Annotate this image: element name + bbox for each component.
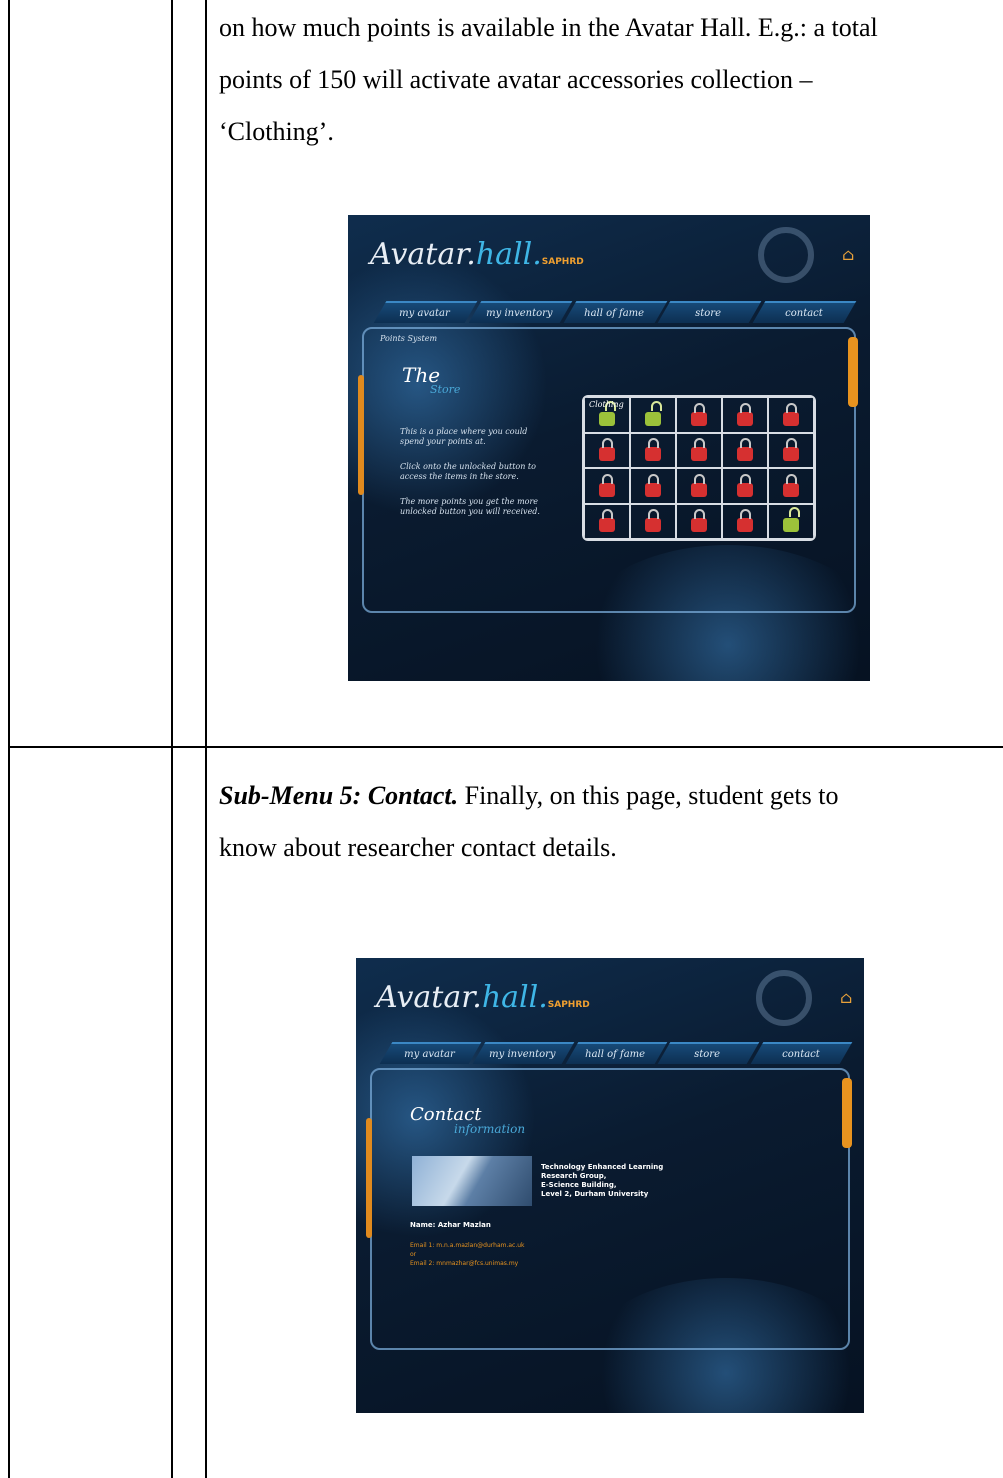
submenu-heading: Sub-Menu 5: Contact.	[219, 781, 459, 810]
locked-padlock-icon	[691, 473, 707, 497]
tab-my-inventory[interactable]: my inventory	[468, 301, 572, 323]
address-line: Level 2, Durham University	[541, 1190, 649, 1198]
store-lock-button[interactable]	[676, 503, 722, 539]
store-lock-button[interactable]	[768, 432, 814, 468]
tab-my-avatar[interactable]: my avatar	[373, 301, 478, 323]
tab-my-inventory[interactable]: my inventory	[472, 1042, 574, 1064]
email-2[interactable]: Email 2: mnmazhar@fcs.unimas.my	[410, 1259, 518, 1268]
table-column-divider-1	[171, 0, 173, 1478]
app-logo: Avatar.hall.SAPHRD	[370, 237, 584, 272]
locked-padlock-icon	[737, 402, 753, 426]
locked-padlock-icon	[599, 509, 615, 533]
locked-padlock-icon	[783, 438, 799, 462]
side-tab[interactable]	[848, 337, 858, 407]
side-tab[interactable]	[842, 1078, 852, 1148]
table-column-divider-2	[205, 0, 207, 1478]
table-left-border	[8, 0, 10, 1478]
tab-store[interactable]: store	[658, 1042, 760, 1064]
tab-contact[interactable]: contact	[750, 1042, 853, 1064]
page-subtitle: information	[454, 1122, 526, 1136]
paragraph-line: on how much points is available in the A…	[219, 13, 878, 42]
store-lock-button[interactable]	[722, 503, 768, 539]
main-nav: my avatar my inventory hall of fame stor…	[379, 1042, 853, 1064]
store-lock-button[interactable]	[584, 432, 630, 468]
tab-my-avatar[interactable]: my avatar	[379, 1042, 482, 1064]
store-description-1: This is a place where you could spend yo…	[400, 427, 528, 446]
left-accent-bar	[358, 375, 364, 495]
locked-padlock-icon	[783, 402, 799, 426]
email-1[interactable]: Email 1: m.n.a.mazlan@durham.ac.uk	[410, 1241, 525, 1250]
store-lock-button[interactable]	[768, 503, 814, 539]
locked-padlock-icon	[691, 438, 707, 462]
paragraph-line: points of 150 will activate avatar acces…	[219, 65, 813, 94]
contact-name: Name: Azhar Mazlan	[410, 1221, 491, 1229]
tab-hall-of-fame[interactable]: hall of fame	[563, 301, 667, 323]
store-lock-button[interactable]	[584, 468, 630, 504]
address-line: Research Group,	[541, 1172, 607, 1180]
store-lock-button[interactable]	[630, 397, 676, 433]
home-icon[interactable]: ⌂	[842, 245, 854, 264]
store-lock-button[interactable]	[584, 503, 630, 539]
left-accent-bar	[366, 1118, 372, 1238]
locked-padlock-icon	[599, 438, 615, 462]
address-block: Technology Enhanced Learning Research Gr…	[541, 1163, 663, 1199]
locked-padlock-icon	[645, 509, 661, 533]
main-nav: my avatar my inventory hall of fame stor…	[373, 301, 857, 323]
store-lock-button[interactable]	[676, 432, 722, 468]
store-description-3: The more points you get the more unlocke…	[400, 497, 540, 516]
address-line: E-Science Building,	[541, 1181, 617, 1189]
page-subtitle: Store	[430, 383, 461, 396]
store-lock-button[interactable]	[768, 397, 814, 433]
store-lock-button[interactable]	[676, 397, 722, 433]
store-screenshot: Avatar.hall.SAPHRD ⌂ my avatar my invent…	[348, 215, 870, 681]
tab-store[interactable]: store	[658, 301, 762, 323]
email-or: or	[410, 1251, 417, 1258]
store-lock-button[interactable]	[630, 503, 676, 539]
address-line: Technology Enhanced Learning	[541, 1163, 664, 1171]
app-logo: Avatar.hall.SAPHRD	[376, 980, 590, 1015]
paragraph-line: ‘Clothing’.	[219, 117, 334, 146]
tab-contact[interactable]: contact	[752, 301, 857, 323]
locked-padlock-icon	[737, 509, 753, 533]
store-lock-button[interactable]	[722, 432, 768, 468]
unlocked-padlock-icon	[599, 400, 616, 426]
store-lock-button[interactable]	[630, 432, 676, 468]
home-icon[interactable]: ⌂	[840, 988, 852, 1007]
store-lock-button[interactable]: Clothing	[584, 397, 630, 433]
locked-padlock-icon	[599, 473, 615, 497]
locked-padlock-icon	[691, 509, 707, 533]
store-lock-button[interactable]	[722, 468, 768, 504]
store-lock-button[interactable]	[630, 468, 676, 504]
store-lock-button[interactable]	[676, 468, 722, 504]
paragraph-contact: Sub-Menu 5: Contact. Finally, on this pa…	[219, 770, 1001, 874]
locked-padlock-icon	[645, 473, 661, 497]
store-lock-button[interactable]	[768, 468, 814, 504]
paragraph-line: know about researcher contact details.	[219, 833, 617, 862]
logo-ring-icon	[756, 970, 812, 1026]
locked-padlock-icon	[737, 473, 753, 497]
building-photo	[412, 1156, 532, 1206]
contact-screenshot: Avatar.hall.SAPHRD ⌂ my avatar my invent…	[356, 958, 864, 1413]
store-lock-button[interactable]	[722, 397, 768, 433]
paragraph-line: Sub-Menu 5: Contact. Finally, on this pa…	[219, 781, 839, 810]
locked-padlock-icon	[691, 402, 707, 426]
clothing-label: Clothing	[589, 400, 624, 409]
tab-hall-of-fame[interactable]: hall of fame	[565, 1042, 667, 1064]
store-lock-grid: Clothing	[582, 395, 816, 541]
logo-ring-icon	[758, 227, 814, 283]
breadcrumb: Points System	[380, 334, 438, 343]
paragraph-store-points: on how much points is available in the A…	[219, 2, 1001, 158]
locked-padlock-icon	[783, 473, 799, 497]
locked-padlock-icon	[737, 438, 753, 462]
unlocked-padlock-icon	[783, 507, 800, 533]
locked-padlock-icon	[645, 438, 661, 462]
store-description-2: Click onto the unlocked button to access…	[400, 462, 536, 481]
table-row-divider	[8, 746, 1003, 748]
unlocked-padlock-icon	[645, 400, 662, 426]
